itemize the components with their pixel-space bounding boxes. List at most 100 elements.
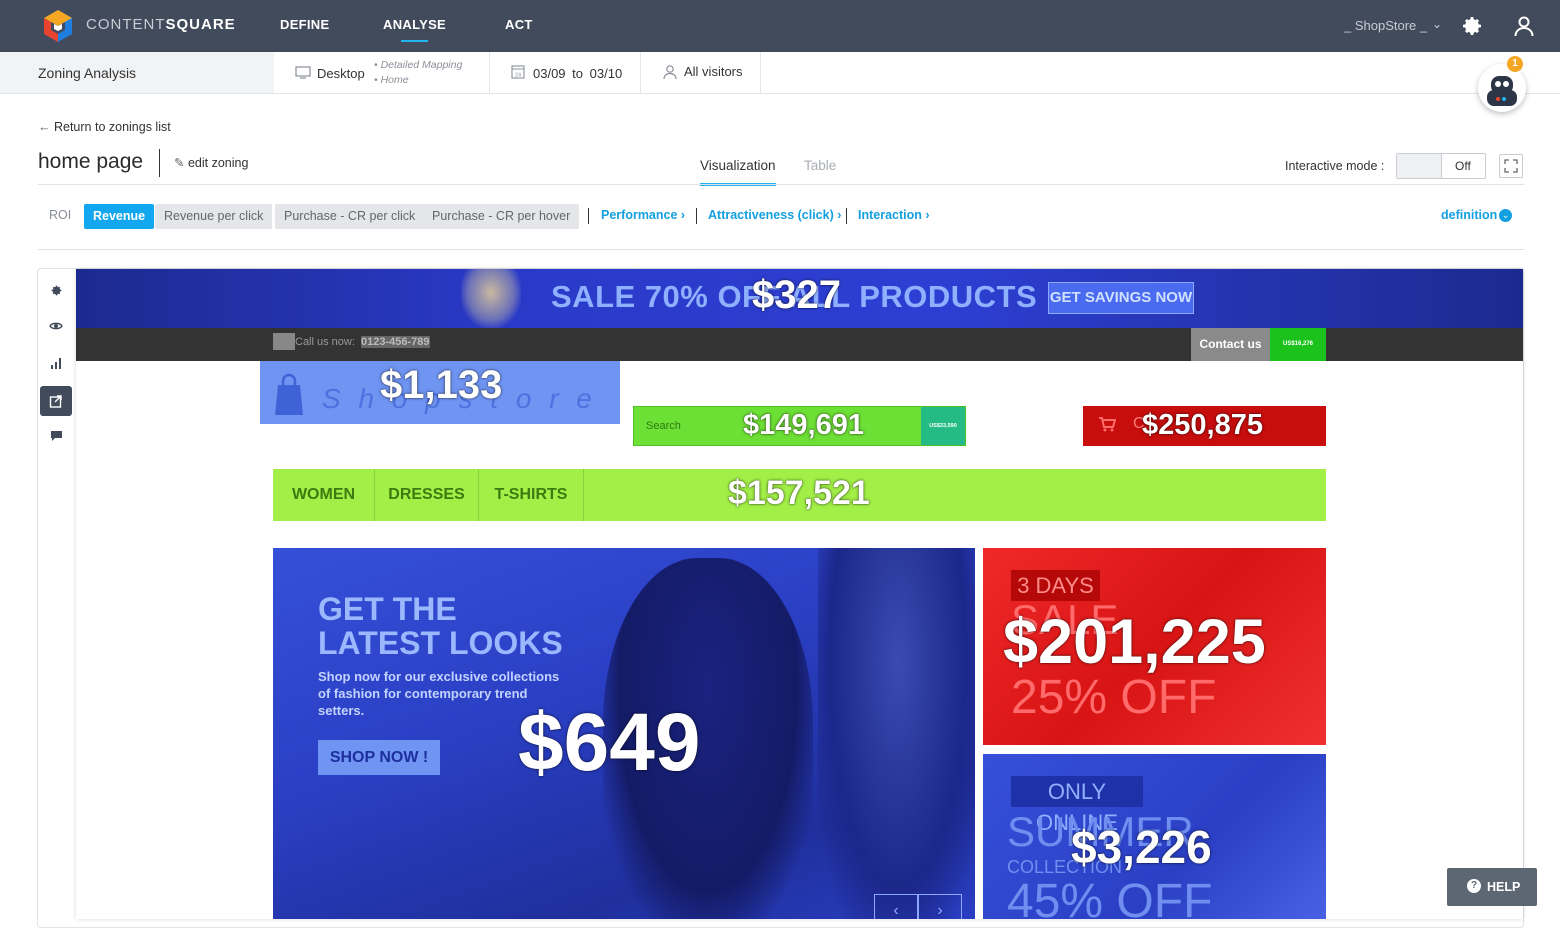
nav-analyse[interactable]: ANALYSE: [383, 17, 446, 42]
zone-cart[interactable]: C $250,875: [1083, 406, 1326, 446]
metric-revenue-per-click[interactable]: Revenue per click: [155, 204, 273, 229]
zone-search[interactable]: Search US$33,590 $149,691: [633, 406, 966, 446]
header-divider: [38, 184, 1524, 185]
filters-divider: [38, 249, 1524, 250]
brand-name: CONTENTSQUARE: [86, 16, 236, 33]
arrow-left-icon: ←: [38, 120, 51, 134]
return-to-list-link[interactable]: ← Return to zonings list: [38, 120, 171, 134]
hero-title: GET THE LATEST LOOKS: [318, 592, 563, 660]
brand-bold: SQUARE: [165, 16, 236, 33]
zone-menu[interactable]: WOMEN DRESSES T-SHIRTS $157,521: [273, 469, 1326, 521]
performance-menu[interactable]: Performance ›: [601, 208, 685, 222]
zone-promo-online[interactable]: ONLY ONLINE SUMMER COLLECTION 45% OFF $3…: [983, 754, 1326, 919]
website-preview: SALE 70% OFF ALL PRODUCTS GET SAVINGS NO…: [76, 269, 1523, 919]
call-label: Call us now:: [295, 336, 355, 348]
segment-selector[interactable]: All visitors: [641, 52, 761, 93]
search-placeholder: Search: [646, 420, 681, 432]
carousel-prev-icon[interactable]: ‹: [874, 894, 918, 919]
metric-purchase-cr-per-click[interactable]: Purchase - CR per click: [275, 204, 425, 229]
menu-women[interactable]: WOMEN: [273, 469, 375, 521]
calendar-day: 24: [515, 73, 521, 79]
metric-divider: [696, 208, 697, 224]
visitor-icon: [663, 65, 677, 79]
page-title: home page: [38, 150, 144, 173]
interaction-menu[interactable]: Interaction ›: [858, 208, 930, 222]
attractiveness-menu[interactable]: Attractiveness (click) ›: [708, 208, 841, 222]
metric-divider: [588, 208, 589, 224]
shopping-bag-icon: [275, 373, 303, 415]
calendar-icon: 24: [511, 65, 525, 79]
menu-dresses[interactable]: DRESSES: [375, 469, 479, 521]
fullscreen-button[interactable]: [1499, 154, 1523, 178]
toggle-knob: [1397, 154, 1442, 178]
nav-define[interactable]: DEFINE: [280, 17, 329, 32]
module-title-box: Zoning Analysis: [0, 52, 274, 93]
hero-cta-button[interactable]: SHOP NOW !: [318, 740, 440, 775]
banner-cta-button[interactable]: GET SAVINGS NOW: [1048, 282, 1194, 314]
search-button[interactable]: US$33,590: [921, 407, 965, 445]
bar-chart-icon[interactable]: [44, 351, 68, 375]
zone-value-promo-online: $3,226: [1071, 821, 1212, 873]
contentsquare-logo-icon[interactable]: [40, 8, 76, 44]
interactive-mode-toggle[interactable]: Off: [1396, 153, 1486, 179]
comment-icon[interactable]: [44, 424, 68, 448]
carousel-next-icon[interactable]: ›: [918, 894, 962, 919]
tab-visualization[interactable]: Visualization: [700, 158, 776, 186]
date-range-selector[interactable]: 24 03/09 to 03/10: [490, 52, 641, 93]
promo2-line3: 45% OFF: [1007, 875, 1213, 919]
brand-light: CONTENT: [86, 16, 166, 33]
promo2-tag: ONLY ONLINE: [1011, 776, 1143, 835]
metric-purchase-cr-per-hover[interactable]: Purchase - CR per hover: [423, 204, 580, 229]
assistant-robot-icon[interactable]: [1478, 64, 1526, 112]
zone-value-banner: $327: [752, 273, 841, 317]
top-navigation: CONTENTSQUARE DEFINE ANALYSE ACT _ ShopS…: [0, 0, 1560, 52]
call-number[interactable]: 0123-456-789: [361, 336, 430, 348]
desktop-icon: [295, 66, 311, 79]
title-divider: [159, 149, 160, 177]
zone-value-search: $149,691: [743, 409, 864, 441]
zone-value-hero: $649: [518, 697, 701, 788]
date-separator: to: [572, 66, 584, 81]
menu-tshirts[interactable]: T-SHIRTS: [479, 469, 584, 521]
mapping-crumb: • Detailed Mapping: [374, 59, 463, 71]
eye-icon[interactable]: [44, 314, 68, 338]
chevron-down-circle-icon[interactable]: ⌄: [1499, 209, 1512, 222]
pencil-icon: ✎: [174, 156, 185, 170]
toggle-state: Off: [1455, 159, 1471, 173]
tab-table[interactable]: Table: [804, 158, 836, 173]
zone-logo[interactable]: S h o p s t o r e $1,133: [260, 361, 620, 424]
hero-man-image: [818, 548, 975, 919]
analysis-context-bar: Zoning Analysis Desktop • Detailed Mappi…: [0, 52, 1560, 94]
zone-banner[interactable]: SALE 70% OFF ALL PRODUCTS GET SAVINGS NO…: [76, 269, 1523, 328]
notification-badge: 1: [1507, 56, 1523, 72]
edit-zoning-button[interactable]: ✎ edit zoning: [174, 155, 248, 170]
date-from: 03/09: [533, 66, 566, 81]
zone-hero[interactable]: GET THE LATEST LOOKS Shop now for our ex…: [273, 548, 975, 919]
account-selector[interactable]: _ ShopStore _: [1344, 18, 1427, 33]
nav-act[interactable]: ACT: [505, 17, 533, 32]
promo1-line2: 25% OFF: [1011, 671, 1217, 724]
question-icon[interactable]: ?: [1467, 879, 1481, 893]
gear-icon[interactable]: [1460, 14, 1484, 38]
user-icon[interactable]: [1512, 14, 1536, 38]
metric-divider: [846, 208, 847, 224]
contact-us-button[interactable]: Contact us: [1191, 328, 1270, 361]
definition-link[interactable]: definition: [1441, 208, 1497, 222]
sign-in-zone-value[interactable]: US$16,276: [1270, 328, 1326, 361]
expand-icon: [1504, 159, 1518, 173]
help-button[interactable]: HELP: [1447, 868, 1537, 906]
module-title: Zoning Analysis: [38, 65, 137, 81]
device-mapping-selector[interactable]: Desktop • Detailed Mapping • Home: [274, 52, 490, 93]
zone-value-cart: $250,875: [1142, 409, 1263, 441]
page-crumb: • Home: [374, 74, 409, 86]
metric-revenue[interactable]: Revenue: [84, 204, 155, 229]
export-icon[interactable]: [40, 386, 72, 416]
zone-value-promo-sale: $201,225: [1003, 607, 1266, 677]
chevron-down-icon[interactable]: ⌄: [1432, 17, 1442, 31]
date-to: 03/10: [589, 66, 623, 81]
device-label: Desktop: [317, 66, 365, 81]
return-label: Return to zonings list: [53, 120, 171, 134]
zone-promo-sale[interactable]: 3 DAYS SALE 25% OFF $201,225: [983, 548, 1326, 745]
edit-zoning-label: edit zoning: [187, 156, 249, 170]
settings-tool-icon[interactable]: [44, 278, 68, 302]
